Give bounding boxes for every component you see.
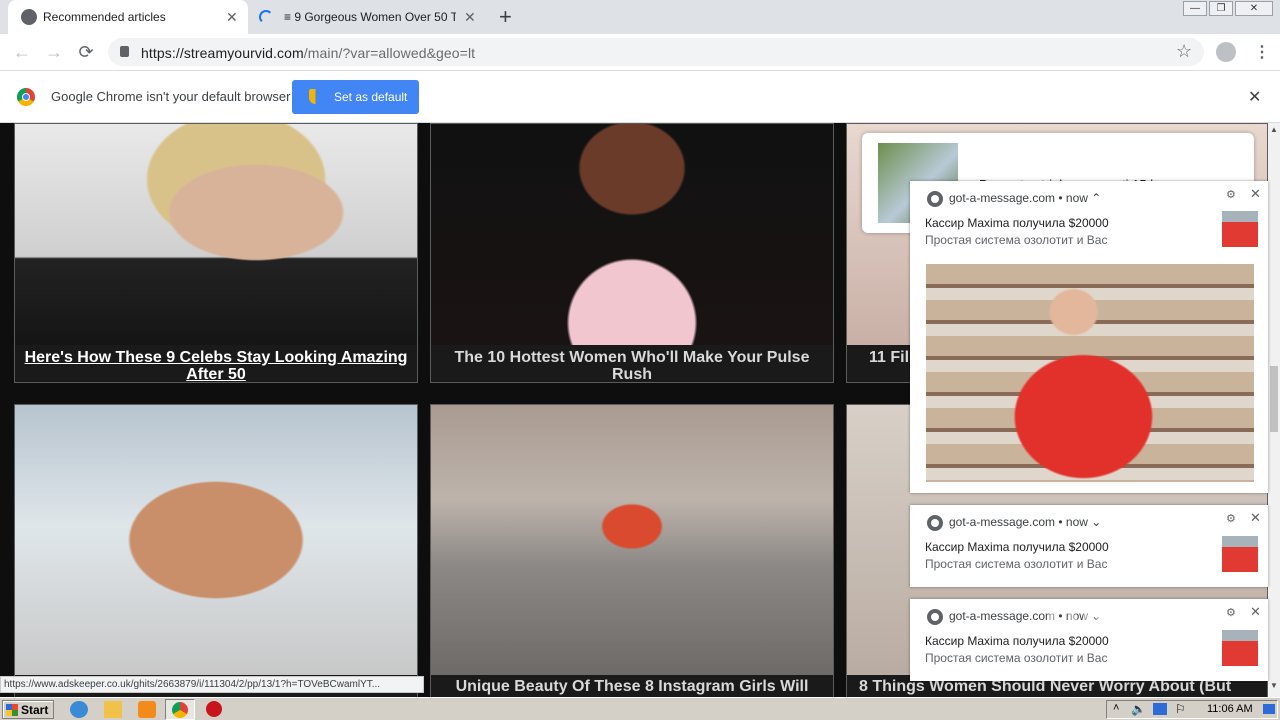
- notification-body: Простая система озолотит и Вас: [925, 557, 1108, 571]
- taskbar: Start ˄ 🔈 ⚐ 11:06 AM: [0, 697, 1280, 720]
- scroll-up-icon[interactable]: ▲: [1270, 125, 1278, 134]
- window-close-button[interactable]: ✕: [1235, 1, 1273, 16]
- chrome-logo-icon: [17, 88, 35, 106]
- tray-expand-icon[interactable]: ˄: [1113, 702, 1119, 714]
- menu-icon[interactable]: ⋮: [1254, 42, 1270, 62]
- chrome-badge-icon: [927, 609, 943, 625]
- notification-source: got-a-message.com • now ⌃: [949, 191, 1102, 205]
- notification[interactable]: got-a-message.com • now ⌄ ⚙ ✕ Кассир Max…: [910, 505, 1268, 587]
- notification-title: Кассир Maxima получила $20000: [925, 540, 1109, 554]
- forward-arrow-icon[interactable]: →: [42, 40, 66, 64]
- set-as-default-button[interactable]: Set as default: [292, 80, 419, 114]
- show-desktop-icon[interactable]: [1263, 704, 1275, 714]
- browser-toolbar: ← → ⟳ https://streamyourvid.com/main/?va…: [0, 34, 1280, 71]
- stop-icon[interactable]: [206, 701, 222, 717]
- article-image: [431, 124, 833, 345]
- notification[interactable]: got-a-message.com • now ⌃ ⚙ ✕ Кассир Max…: [910, 181, 1268, 493]
- back-arrow-icon[interactable]: ←: [10, 40, 34, 64]
- article-card[interactable]: Here's How These 9 Celebs Stay Looking A…: [14, 123, 418, 383]
- notification-thumbnail: [1222, 630, 1258, 666]
- close-tab-icon[interactable]: ✕: [226, 9, 238, 26]
- shield-icon: [309, 89, 322, 104]
- close-icon[interactable]: ✕: [1250, 186, 1261, 202]
- notification-thumbnail: [1222, 211, 1258, 247]
- url-path: /main/?var=allowed&geo=lt: [303, 45, 476, 61]
- close-tab-icon[interactable]: ✕: [464, 9, 476, 26]
- minimize-button[interactable]: —: [1183, 1, 1207, 16]
- article-card[interactable]: [14, 404, 418, 697]
- notification-body: Простая система озолотит и Вас: [925, 233, 1108, 247]
- status-url-bubble: https://www.adskeeper.co.uk/ghits/266387…: [0, 676, 424, 693]
- anyrun-watermark: ANY.RUN: [1040, 606, 1199, 644]
- tab-recommended-articles[interactable]: Recommended articles ✕: [8, 0, 248, 34]
- restore-button[interactable]: ❐: [1209, 1, 1233, 16]
- set-as-default-label: Set as default: [334, 90, 408, 104]
- chrome-taskbar-button[interactable]: [165, 699, 195, 720]
- globe-icon: [21, 9, 37, 25]
- tab-title: ≡ 9 Gorgeous Women Over 50 That: [284, 10, 456, 24]
- windows-logo-icon: [6, 704, 18, 716]
- page-scrollbar[interactable]: ▲ ▼: [1268, 123, 1280, 697]
- scroll-down-icon[interactable]: ▼: [1270, 681, 1278, 690]
- new-tab-icon[interactable]: +: [499, 4, 512, 30]
- media-player-icon[interactable]: [138, 701, 156, 718]
- close-infobar-icon[interactable]: ✕: [1248, 87, 1261, 107]
- default-browser-infobar: Google Chrome isn't your default browser…: [0, 71, 1280, 123]
- chrome-badge-icon: [927, 191, 943, 207]
- loading-spinner-icon: [259, 10, 273, 24]
- address-bar[interactable]: https://streamyourvid.com/main/?var=allo…: [108, 38, 1204, 66]
- start-button[interactable]: Start: [2, 700, 54, 719]
- notification-source: got-a-message.com • now ⌄: [949, 515, 1102, 529]
- notification-title: Кассир Maxima получила $20000: [925, 216, 1109, 230]
- gear-icon[interactable]: ⚙: [1226, 188, 1236, 201]
- tab-strip: Recommended articles ✕ ≡ 9 Gorgeous Wome…: [0, 0, 1280, 34]
- close-icon[interactable]: ✕: [1250, 510, 1261, 526]
- flag-icon[interactable]: ⚐: [1175, 702, 1186, 716]
- notification-body: Простая система озолотит и Вас: [925, 651, 1108, 665]
- network-icon[interactable]: [1153, 703, 1167, 715]
- article-card[interactable]: Unique Beauty Of These 8 Instagram Girls…: [430, 404, 834, 697]
- scrollbar-thumb[interactable]: [1270, 366, 1278, 432]
- article-caption[interactable]: Unique Beauty Of These 8 Instagram Girls…: [431, 678, 833, 695]
- avatar[interactable]: [1216, 42, 1236, 62]
- article-image: [15, 124, 417, 345]
- notification-thumbnail: [1222, 536, 1258, 572]
- gear-icon[interactable]: ⚙: [1226, 512, 1236, 525]
- article-caption[interactable]: The 10 Hottest Women Who'll Make Your Pu…: [431, 349, 833, 383]
- infobar-message: Google Chrome isn't your default browser: [51, 89, 291, 104]
- tab-gorgeous-women[interactable]: ≡ 9 Gorgeous Women Over 50 That ✕: [250, 0, 488, 34]
- close-icon[interactable]: ✕: [1250, 604, 1261, 620]
- internet-explorer-icon[interactable]: [70, 701, 88, 718]
- article-image: [15, 405, 417, 675]
- article-card[interactable]: The 10 Hottest Women Who'll Make Your Pu…: [430, 123, 834, 383]
- url-host: https://streamyourvid.com: [141, 45, 304, 61]
- chrome-badge-icon: [927, 515, 943, 531]
- start-label: Start: [21, 702, 49, 717]
- lock-icon: [120, 46, 129, 57]
- folder-icon[interactable]: [104, 701, 122, 718]
- clock: 11:06 AM: [1207, 703, 1253, 715]
- star-icon[interactable]: ☆: [1176, 41, 1192, 62]
- article-caption[interactable]: Here's How These 9 Celebs Stay Looking A…: [15, 349, 417, 383]
- system-tray: ˄ 🔈 ⚐ 11:06 AM: [1106, 700, 1278, 719]
- gear-icon[interactable]: ⚙: [1226, 606, 1236, 619]
- tab-title: Recommended articles: [43, 10, 166, 24]
- volume-icon[interactable]: 🔈: [1131, 702, 1146, 716]
- article-image: [431, 405, 833, 675]
- reload-icon[interactable]: ⟳: [74, 40, 98, 64]
- notification-image: [926, 264, 1254, 482]
- chrome-icon: [172, 702, 188, 718]
